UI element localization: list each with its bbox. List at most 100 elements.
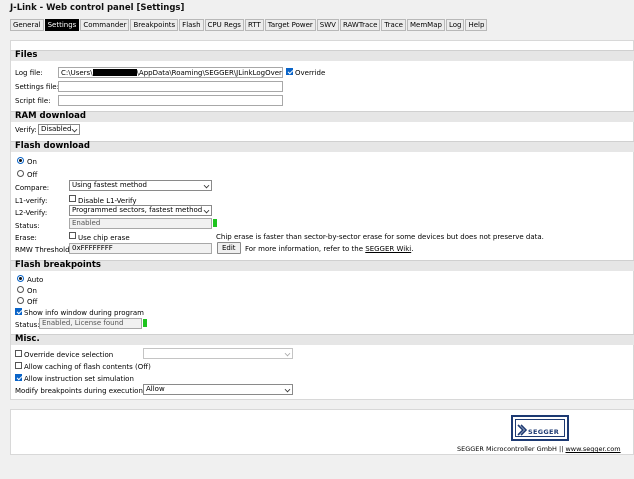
settings-file-input[interactable] <box>58 81 283 92</box>
chevron-down-icon <box>284 350 291 357</box>
log-file-label: Log file: <box>15 69 43 77</box>
l1-verify-label: L1-verify: <box>15 197 48 205</box>
footer: SEGGER SEGGER Microcontroller GmbH || ww… <box>10 409 634 455</box>
tab-commander[interactable]: Commander <box>80 19 130 31</box>
settings-file-label: Settings file: <box>15 83 59 91</box>
compare-label: Compare: <box>15 184 50 192</box>
override-device-select[interactable] <box>143 348 293 359</box>
log-file-prefix: C:\Users\ <box>61 69 93 77</box>
compare-value: Using fastest method <box>72 181 147 189</box>
more-info-prefix: For more information, refer to the <box>245 245 364 253</box>
tab-rawtrace[interactable]: RAWTrace <box>339 19 381 31</box>
log-file-input[interactable]: C:\Users\ \AppData\Roaming\SEGGER\JLinkLo… <box>58 67 283 78</box>
flash-status-indicator <box>213 219 217 227</box>
verify-select[interactable]: Disabled <box>38 124 80 135</box>
segger-logo: SEGGER <box>511 415 569 441</box>
show-info-window-label: Show info window during program <box>24 309 144 317</box>
flash-download-on-label: On <box>27 158 37 166</box>
chip-erase-note: Chip erase is faster than sector-by-sect… <box>216 233 544 241</box>
more-info-text: For more information, refer to the SEGGE… <box>245 245 413 253</box>
tab-trace[interactable]: Trace <box>381 19 406 31</box>
section-heading: RAM download <box>15 111 86 121</box>
l2-verify-select[interactable]: Programmed sectors, fastest method <box>69 205 212 216</box>
rmw-threshold-field: 0xFFFFFFFF <box>69 243 212 254</box>
override-checkbox[interactable] <box>286 68 293 75</box>
section-heading: Files <box>15 50 38 60</box>
override-device-label: Override device selection <box>24 351 114 359</box>
tab-help[interactable]: Help <box>465 19 488 31</box>
script-file-input[interactable] <box>58 95 283 106</box>
allow-caching-label: Allow caching of flash contents (Off) <box>24 363 151 371</box>
use-chip-erase-label: Use chip erase <box>78 234 130 242</box>
flash-bp-on-label: On <box>27 287 37 295</box>
tab-flash[interactable]: Flash <box>179 19 204 31</box>
tab-general[interactable]: General <box>10 19 44 31</box>
section-ram-download: RAM download <box>11 111 634 122</box>
section-files: Files <box>11 50 634 61</box>
tab-bar: General Settings Commander Breakpoints F… <box>10 19 488 31</box>
allow-simulation-label: Allow instruction set simulation <box>24 375 134 383</box>
section-heading: Flash download <box>15 141 90 151</box>
disable-l1-verify-label: Disable L1-Verify <box>78 197 137 205</box>
flash-bp-off-radio[interactable] <box>17 297 24 304</box>
redacted-username <box>92 69 137 76</box>
allow-caching-checkbox[interactable] <box>15 362 22 369</box>
tab-swv[interactable]: SWV <box>316 19 339 31</box>
tab-breakpoints[interactable]: Breakpoints <box>130 19 179 31</box>
tab-log[interactable]: Log <box>445 19 465 31</box>
flash-bp-off-label: Off <box>27 298 38 306</box>
chevron-down-icon <box>71 126 78 133</box>
allow-simulation-checkbox[interactable] <box>15 374 22 381</box>
logo-text: SEGGER <box>528 428 560 436</box>
show-info-window-checkbox[interactable] <box>15 308 22 315</box>
script-file-label: Script file: <box>15 97 51 105</box>
tab-rtt[interactable]: RTT <box>244 19 264 31</box>
section-misc: Misc. <box>11 334 634 345</box>
flash-download-off-radio[interactable] <box>17 170 24 177</box>
verify-value: Disabled <box>41 125 72 133</box>
rmw-threshold-label: RMW Threshold: <box>15 246 72 254</box>
use-chip-erase-checkbox[interactable] <box>69 232 76 239</box>
window-title: J-Link - Web control panel [Settings] <box>10 3 185 13</box>
log-file-suffix: \AppData\Roaming\SEGGER\JLinkLogOverri <box>136 69 283 77</box>
more-info-suffix: . <box>411 245 414 253</box>
override-device-checkbox[interactable] <box>15 350 22 357</box>
verify-label: Verify: <box>15 126 37 134</box>
flash-status-label: Status: <box>15 222 40 230</box>
modify-breakpoints-value: Allow <box>146 385 165 393</box>
tab-settings[interactable]: Settings <box>44 19 80 31</box>
flash-download-on-radio[interactable] <box>17 157 24 164</box>
chevron-down-icon <box>284 386 291 393</box>
tab-memmap[interactable]: MemMap <box>407 19 445 31</box>
flash-bp-on-radio[interactable] <box>17 286 24 293</box>
l2-verify-label: L2-Verify: <box>15 209 48 217</box>
l2-verify-value: Programmed sectors, fastest method <box>72 206 203 214</box>
tab-cpu-regs[interactable]: CPU Regs <box>204 19 244 31</box>
compare-select[interactable]: Using fastest method <box>69 180 212 191</box>
segger-chevron-icon <box>517 424 527 436</box>
flash-download-off-label: Off <box>27 171 38 179</box>
settings-panel: Files Log file: C:\Users\ \AppData\Roamin… <box>10 40 634 400</box>
modify-breakpoints-label: Modify breakpoints during execution: <box>15 387 146 395</box>
flash-bp-status-field: Enabled, License found <box>39 318 142 329</box>
flash-status-field: Enabled <box>69 218 212 229</box>
flash-bp-auto-label: Auto <box>27 276 44 284</box>
modify-breakpoints-select[interactable]: Allow <box>143 384 293 395</box>
section-flash-download: Flash download <box>11 141 634 152</box>
erase-label: Erase: <box>15 234 37 242</box>
segger-website-link[interactable]: www.segger.com <box>565 445 620 453</box>
footer-company: SEGGER Microcontroller GmbH || <box>457 445 564 453</box>
chevron-down-icon <box>203 207 210 214</box>
flash-bp-auto-radio[interactable] <box>17 275 24 282</box>
segger-wiki-link[interactable]: SEGGER Wiki <box>365 245 411 253</box>
edit-button[interactable]: Edit <box>217 242 241 254</box>
override-label: Override <box>295 69 326 77</box>
chevron-down-icon <box>203 182 210 189</box>
section-flash-breakpoints: Flash breakpoints <box>11 260 634 271</box>
tab-target-power[interactable]: Target Power <box>264 19 316 31</box>
section-heading: Misc. <box>15 334 40 344</box>
disable-l1-verify-checkbox[interactable] <box>69 195 76 202</box>
section-heading: Flash breakpoints <box>15 260 101 270</box>
footer-company-text: SEGGER Microcontroller GmbH || www.segge… <box>457 445 621 453</box>
flash-bp-status-indicator <box>143 319 147 327</box>
